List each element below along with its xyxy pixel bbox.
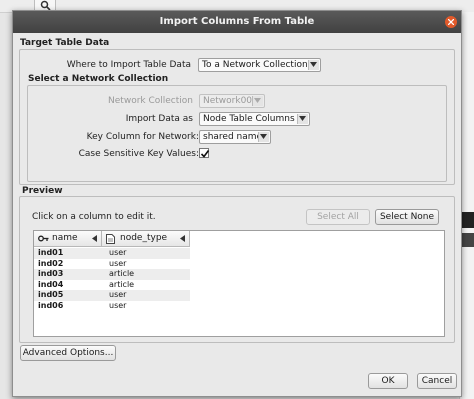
- cell-node-type[interactable]: article: [109, 269, 134, 280]
- select-network-collection-heading: Select a Network Collection: [28, 74, 169, 84]
- dropdown-arrow: [258, 132, 269, 142]
- chevron-down-icon: [254, 98, 261, 103]
- chevron-down-icon: [310, 62, 317, 67]
- title-bar: Import Columns From Table: [13, 11, 461, 33]
- document-icon: [106, 234, 115, 244]
- column-header-name[interactable]: name: [34, 231, 102, 247]
- checkmark-icon: [200, 150, 210, 158]
- network-collection-dropdown[interactable]: Network001: [199, 94, 265, 108]
- case-sensitive-label: Case Sensitive Key Values:: [78, 149, 199, 159]
- close-icon: [448, 19, 454, 25]
- preview-heading: Preview: [22, 186, 63, 196]
- cell-node-type[interactable]: user: [109, 301, 126, 312]
- where-to-import-dropdown[interactable]: To a Network Collection: [198, 58, 321, 72]
- network-collection-value: Network001: [203, 96, 258, 106]
- cancel-button[interactable]: Cancel: [417, 373, 457, 389]
- import-data-as-label: Import Data as: [125, 114, 193, 124]
- background-side-button[interactable]: [462, 212, 474, 228]
- triangle-left-icon: [92, 235, 97, 242]
- dropdown-arrow: [297, 114, 308, 124]
- cell-node-type[interactable]: user: [109, 290, 126, 301]
- import-data-as-value: Node Table Columns: [203, 114, 295, 124]
- chevron-down-icon: [260, 134, 267, 139]
- cell-node-type[interactable]: user: [109, 259, 126, 270]
- cell-name[interactable]: ind02: [38, 259, 63, 270]
- cell-name[interactable]: ind01: [38, 248, 63, 259]
- preview-hint: Click on a column to edit it.: [32, 212, 156, 222]
- case-sensitive-checkbox[interactable]: [199, 148, 210, 158]
- select-none-button[interactable]: Select None: [375, 209, 439, 225]
- network-collection-label: Network Collection: [108, 96, 193, 106]
- target-table-data-heading: Target Table Data: [20, 38, 110, 48]
- advanced-options-button[interactable]: Advanced Options...: [20, 345, 116, 361]
- cell-name[interactable]: ind03: [38, 269, 63, 280]
- cell-node-type[interactable]: user: [109, 248, 126, 259]
- column-header-label: node_type: [120, 233, 168, 243]
- key-column-label: Key Column for Network:: [86, 132, 199, 142]
- where-to-import-value: To a Network Collection: [202, 60, 308, 70]
- dialog-title: Import Columns From Table: [159, 16, 315, 27]
- preview-table: name node_type ind01 user ind02 user ind…: [33, 230, 445, 337]
- import-data-as-dropdown[interactable]: Node Table Columns: [199, 112, 310, 126]
- chevron-down-icon: [299, 116, 306, 121]
- background-side-button-2[interactable]: [462, 233, 474, 247]
- key-icon: [38, 235, 49, 242]
- triangle-left-icon: [180, 235, 185, 242]
- ok-button[interactable]: OK: [368, 373, 408, 389]
- column-header-label: name: [52, 233, 78, 243]
- dropdown-arrow: [308, 60, 319, 70]
- dropdown-arrow: [252, 96, 263, 106]
- cell-name[interactable]: ind06: [38, 301, 63, 312]
- column-header-node-type[interactable]: node_type: [102, 231, 190, 247]
- where-to-import-label: Where to Import Table Data: [66, 60, 191, 70]
- key-column-dropdown[interactable]: shared name: [199, 130, 271, 144]
- cell-node-type[interactable]: article: [109, 280, 134, 291]
- select-all-button[interactable]: Select All: [306, 209, 370, 225]
- cell-name[interactable]: ind05: [38, 290, 63, 301]
- import-columns-dialog: Import Columns From Table Target Table D…: [12, 10, 462, 397]
- close-button[interactable]: [445, 16, 457, 28]
- cell-name[interactable]: ind04: [38, 280, 63, 291]
- key-column-value: shared name: [203, 132, 263, 142]
